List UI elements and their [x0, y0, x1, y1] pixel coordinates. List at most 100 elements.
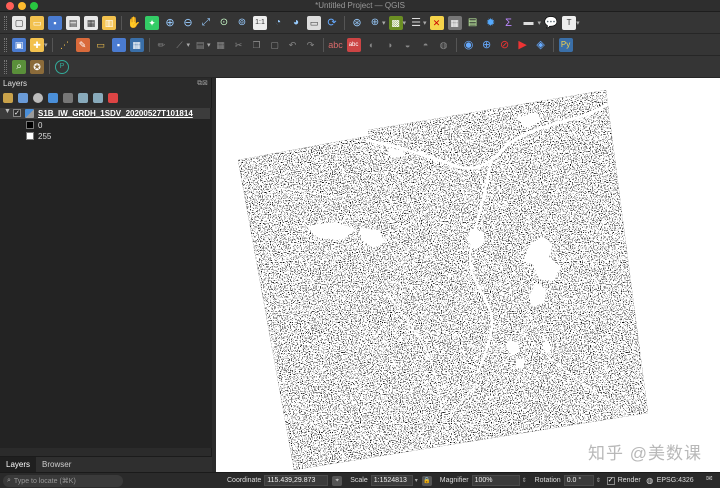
toolbar-grip[interactable] [4, 15, 7, 30]
web-map-icon[interactable]: ◉ [462, 38, 476, 52]
search-icon: ⌕ [7, 476, 11, 484]
annotation-icon[interactable]: T [562, 15, 577, 30]
move-feature-icon[interactable]: ▤ [193, 38, 207, 52]
save-as-icon[interactable]: ▤ [66, 15, 80, 30]
save-edits-icon[interactable]: ▪ [111, 37, 126, 52]
manage-visibility-icon[interactable] [33, 93, 43, 103]
locator-search-icon[interactable]: ⌕ [12, 59, 26, 74]
redo-icon[interactable]: ↷ [304, 38, 318, 52]
crs-button[interactable]: EPSG:4326 [657, 477, 694, 484]
plugin-manager-icon[interactable]: ✪ [30, 59, 44, 74]
field-calculator-icon[interactable]: ▤ [466, 16, 480, 30]
panel-float-close-icon[interactable]: ⧉⊠ [197, 79, 208, 88]
zoom-native-icon[interactable]: 1:1 [253, 15, 267, 30]
zoom-last-icon[interactable]: ◔ [271, 16, 285, 30]
open-project-icon[interactable]: ▭ [30, 15, 44, 30]
pan-tool-icon[interactable]: ✋ [127, 16, 141, 30]
statistics-icon[interactable]: Σ [502, 16, 516, 30]
locator-search-field[interactable]: ⌕ Type to locate (⌘K) [3, 474, 123, 487]
zoom-out-icon[interactable]: ⊖ [181, 16, 195, 30]
collapse-all-icon[interactable] [93, 93, 103, 103]
zoom-next-icon[interactable]: ◕ [289, 16, 303, 30]
layer-visibility-checkbox[interactable]: ✓ [13, 109, 21, 117]
layer-row[interactable]: ▼ ✓ S1B_IW_GRDH_1SDV_20200527T101814 [0, 108, 210, 119]
coordinate-toggle-icon[interactable]: ⌖ [332, 475, 343, 486]
deselect-icon[interactable]: ✕ [429, 15, 444, 30]
label-change-icon[interactable]: ◒ [401, 38, 415, 52]
metasearch-icon[interactable]: ◈ [534, 38, 548, 52]
zoom-full-icon[interactable]: ⤢ [199, 16, 213, 30]
label-pin-icon[interactable]: abc [328, 38, 343, 52]
wms-icon[interactable]: ⊕ [480, 38, 494, 52]
label-diagram-icon[interactable]: ◓ [419, 38, 433, 52]
scale-field[interactable]: 1:1524813 [370, 475, 413, 486]
open-table-icon[interactable]: ▦ [447, 15, 462, 30]
coordinate-field[interactable]: 115.439,29.873 [264, 475, 329, 486]
zoom-to-layer-icon[interactable]: ⊚ [235, 16, 249, 30]
settings-icon[interactable]: ✹ [484, 16, 498, 30]
save-project-icon[interactable]: ▪ [48, 15, 62, 30]
plugin-p-icon[interactable]: P [55, 59, 69, 74]
edit-feature-icon[interactable]: ⟋ [173, 38, 187, 52]
label-rotate-icon[interactable]: ◑ [383, 38, 397, 52]
magnifier-field[interactable]: 100% [471, 475, 520, 486]
style-layer-icon[interactable] [3, 93, 13, 103]
undo-icon[interactable]: ↶ [286, 38, 300, 52]
zoom-to-selection-icon[interactable]: ⊙ [217, 16, 231, 30]
processing-icon[interactable]: ▶ [516, 38, 530, 52]
attribute-table-icon[interactable]: ☰ [409, 16, 423, 30]
label-move-icon[interactable]: ◐ [365, 38, 379, 52]
current-edits-icon[interactable]: ✎ [75, 37, 90, 52]
cut-icon[interactable]: ✂ [232, 38, 246, 52]
render-label: Render [617, 477, 641, 484]
map-tips-icon[interactable]: 💬 [544, 16, 558, 30]
messages-icon[interactable]: ✉ [706, 474, 716, 484]
digitize-icon[interactable]: ⋰ [58, 38, 72, 52]
map-canvas[interactable]: 知乎 @美数课 [216, 78, 720, 472]
legend-label: 255 [38, 131, 52, 141]
status-bar: ⌕ Type to locate (⌘K) Coordinate 115.439… [0, 472, 720, 488]
layout-manager-icon[interactable]: ▥ [102, 15, 116, 30]
copy-icon[interactable]: ❐ [250, 38, 264, 52]
new-layer-icon[interactable]: ✚ [30, 37, 44, 52]
select-by-area-icon[interactable]: ▩ [388, 15, 403, 30]
no-entry-icon[interactable]: ⊘ [498, 38, 512, 52]
select-features-icon[interactable]: ⊕ [368, 16, 382, 30]
layer-name[interactable]: S1B_IW_GRDH_1SDV_20200527T101814 [38, 108, 193, 119]
python-console-icon[interactable]: Py [558, 37, 573, 52]
spinner-icon[interactable]: ⇕ [596, 477, 601, 484]
tab-layers[interactable]: Layers [0, 457, 37, 472]
filter-by-expression-icon[interactable] [63, 93, 73, 103]
data-source-manager-icon[interactable]: ▣ [12, 37, 26, 52]
label-tool-icon[interactable]: ◍ [437, 38, 451, 52]
paste-icon[interactable]: ▢ [268, 38, 282, 52]
remove-layer-icon[interactable] [108, 93, 118, 103]
expand-arrow-icon[interactable]: ▼ [4, 108, 11, 115]
delete-selected-icon[interactable]: ▦ [214, 38, 228, 52]
measure-icon[interactable]: ▬ [520, 16, 538, 30]
globe-icon[interactable]: ◍ [645, 476, 655, 486]
expand-all-icon[interactable] [78, 93, 88, 103]
print-layout-icon[interactable]: ▦ [84, 15, 98, 30]
refresh-icon[interactable]: ⟳ [325, 16, 339, 30]
render-checkbox[interactable]: ✓ [606, 476, 615, 485]
filter-legend-icon[interactable] [48, 93, 58, 103]
identify-icon[interactable]: ⊛ [350, 16, 364, 30]
lock-scale-icon[interactable]: 🔒 [421, 475, 432, 486]
add-feature-icon[interactable]: ✏ [155, 38, 169, 52]
toolbar-grip[interactable] [4, 37, 7, 52]
toolbar-grip[interactable] [4, 59, 7, 74]
rotation-field[interactable]: 0.0 ° [563, 475, 594, 486]
add-group-icon[interactable] [18, 93, 28, 103]
chevron-down-icon[interactable]: ▾ [415, 477, 418, 484]
spinner-icon[interactable]: ⇕ [522, 477, 527, 484]
toggle-editing-icon[interactable]: ▭ [94, 38, 108, 52]
tab-browser[interactable]: Browser [36, 457, 77, 472]
layers-panel-title: Layers [3, 79, 28, 88]
vertex-tool-icon[interactable]: ▦ [129, 37, 144, 52]
new-map-view-icon[interactable]: ▭ [307, 15, 321, 30]
label-show-icon[interactable]: abc [346, 37, 361, 52]
new-project-icon[interactable]: ▢ [12, 15, 26, 30]
zoom-in-icon[interactable]: ⊕ [163, 16, 177, 30]
pan-to-selection-icon[interactable]: ✦ [145, 15, 159, 30]
